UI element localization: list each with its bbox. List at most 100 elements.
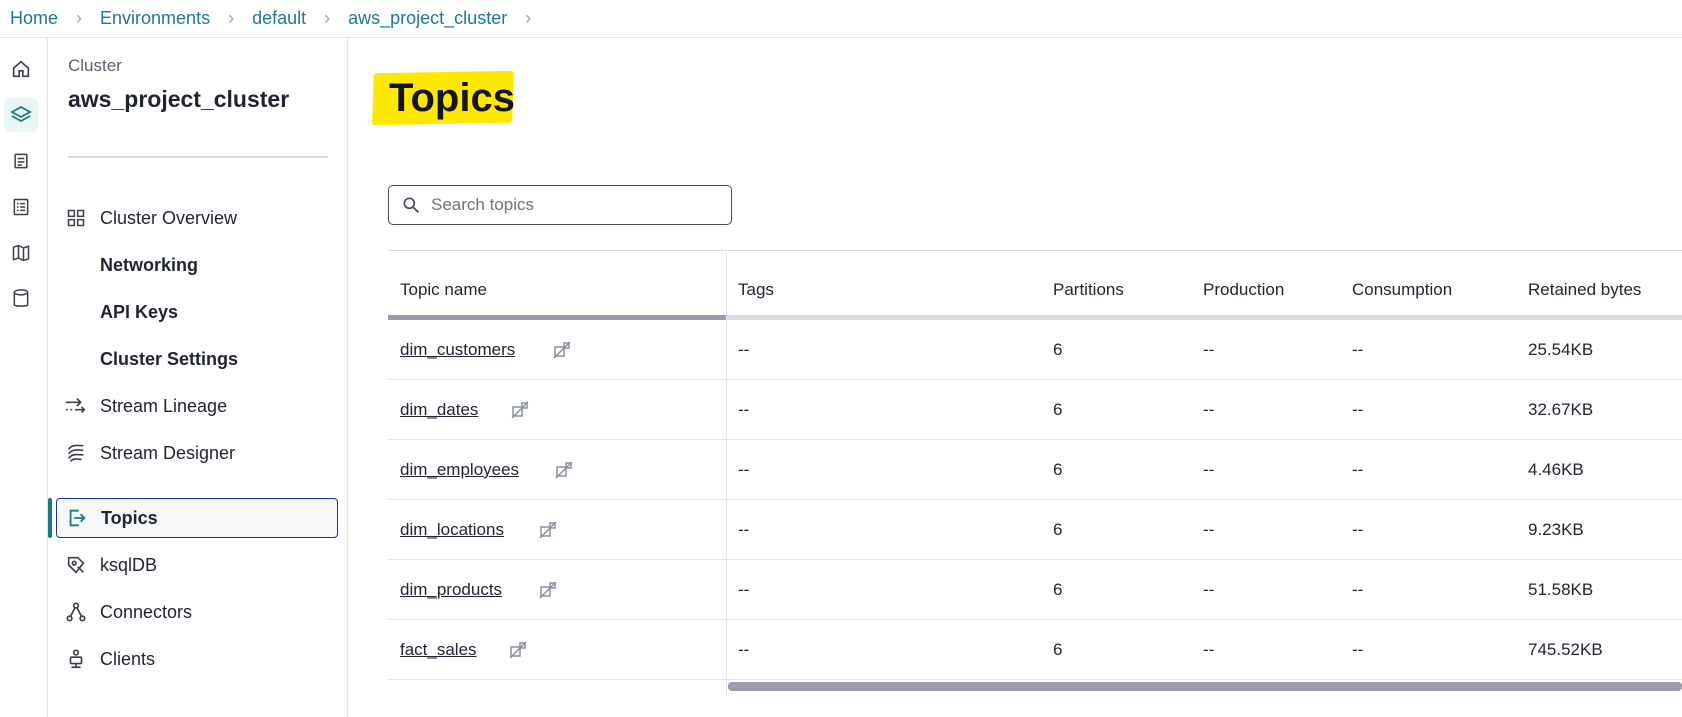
partitions-cell: 6	[1053, 460, 1063, 479]
table-row: dim_employees -- 6 -- -- 4.46KB	[388, 440, 1682, 500]
retained-bytes-cell: 4.46KB	[1528, 460, 1584, 479]
chevron-right-icon: ›	[228, 8, 235, 28]
chevron-right-icon: ›	[525, 8, 532, 28]
sidebar-divider	[68, 156, 328, 158]
topic-link[interactable]: dim_employees	[400, 460, 519, 480]
table-row: dim_locations -- 6 -- -- 9.23KB	[388, 500, 1682, 560]
table-row: dim_customers -- 6 -- -- 25.54KB	[388, 320, 1682, 380]
sidebar-item-stream-designer[interactable]: Stream Designer	[56, 433, 338, 473]
sidebar-item-label: Stream Lineage	[100, 395, 228, 416]
production-cell: --	[1203, 640, 1215, 659]
document-icon[interactable]	[4, 144, 38, 178]
connectors-icon	[56, 592, 96, 632]
col-tags[interactable]: Tags	[738, 280, 774, 300]
breadcrumb-cluster[interactable]: aws_project_cluster	[348, 8, 507, 29]
active-indicator	[48, 498, 52, 538]
breadcrumb-default[interactable]: default	[252, 8, 306, 29]
sidebar-item-ksqldb[interactable]: ksqlDB	[56, 545, 338, 585]
topics-icon	[57, 498, 97, 538]
grid-icon	[56, 198, 96, 238]
topic-link[interactable]: dim_products	[400, 580, 502, 600]
tags-cell: --	[738, 340, 750, 359]
horizontal-scrollbar[interactable]	[728, 682, 1682, 691]
no-tags-icon[interactable]	[510, 400, 530, 420]
clients-icon	[56, 639, 96, 679]
production-cell: --	[1203, 580, 1215, 599]
search-icon	[401, 195, 421, 215]
sidebar-item-clients[interactable]: Clients	[56, 639, 338, 679]
page-title-wrap: Topics	[372, 70, 515, 126]
tags-cell: --	[738, 580, 750, 599]
production-cell: --	[1203, 520, 1215, 539]
consumption-cell: --	[1352, 640, 1364, 659]
sidebar-item-networking[interactable]: Networking	[56, 245, 338, 285]
sidebar-item-label: ksqlDB	[100, 554, 158, 575]
sidebar-item-topics[interactable]: Topics	[56, 498, 338, 538]
search-input[interactable]	[429, 194, 713, 216]
designer-icon	[56, 433, 96, 473]
table-row: dim_dates -- 6 -- -- 32.67KB	[388, 380, 1682, 440]
sidebar-item-api-keys[interactable]: API Keys	[56, 292, 338, 332]
col-production[interactable]: Production	[1203, 280, 1284, 300]
sidebar-item-label: Topics	[101, 507, 158, 528]
consumption-cell: --	[1352, 340, 1364, 359]
consumption-cell: --	[1352, 460, 1364, 479]
icon-rail	[0, 38, 48, 717]
layers-icon[interactable]	[4, 98, 38, 132]
partitions-cell: 6	[1053, 340, 1063, 359]
database-icon[interactable]	[4, 282, 38, 316]
sidebar-item-label: Clients	[100, 648, 156, 669]
retained-bytes-cell: 9.23KB	[1528, 520, 1584, 539]
tags-cell: --	[738, 520, 750, 539]
retained-bytes-cell: 32.67KB	[1528, 400, 1594, 419]
consumption-cell: --	[1352, 520, 1364, 539]
topic-link[interactable]: dim_locations	[400, 520, 504, 540]
topic-link[interactable]: fact_sales	[400, 640, 477, 660]
home-icon[interactable]	[4, 52, 38, 86]
tags-cell: --	[738, 400, 750, 419]
no-tags-icon[interactable]	[552, 340, 572, 360]
sidebar-item-connectors[interactable]: Connectors	[56, 592, 338, 632]
no-tags-icon[interactable]	[508, 640, 528, 660]
sidebar-item-label: Networking	[100, 254, 199, 275]
sidebar-item-label: Cluster Overview	[100, 207, 238, 228]
partitions-cell: 6	[1053, 640, 1063, 659]
breadcrumb-home[interactable]: Home	[10, 8, 58, 29]
sidebar-item-label: Stream Designer	[100, 442, 236, 463]
lineage-icon	[56, 386, 96, 426]
no-tags-icon[interactable]	[554, 460, 574, 480]
production-cell: --	[1203, 340, 1215, 359]
sidebar-item-label: Cluster Settings	[100, 348, 239, 369]
sidebar-item-label: Connectors	[100, 601, 193, 622]
col-consumption[interactable]: Consumption	[1352, 280, 1452, 300]
table-row: dim_products -- 6 -- -- 51.58KB	[388, 560, 1682, 620]
sidebar-item-stream-lineage[interactable]: Stream Lineage	[56, 386, 338, 426]
col-partitions[interactable]: Partitions	[1053, 280, 1124, 300]
sidebar-caption: Cluster	[68, 56, 122, 75]
topic-link[interactable]: dim_dates	[400, 400, 478, 420]
chevron-right-icon: ›	[324, 8, 331, 28]
retained-bytes-cell: 51.58KB	[1528, 580, 1594, 599]
table-header: Topic name Tags Partitions Production Co…	[388, 250, 1682, 320]
no-tags-icon[interactable]	[538, 520, 558, 540]
sidebar-item-cluster-settings[interactable]: Cluster Settings	[56, 339, 338, 379]
page-title: Topics	[389, 76, 515, 120]
partitions-cell: 6	[1053, 580, 1063, 599]
ksqldb-icon	[56, 545, 96, 585]
col-retained-bytes[interactable]: Retained bytes	[1528, 280, 1641, 300]
partitions-cell: 6	[1053, 520, 1063, 539]
search-topics[interactable]	[388, 185, 732, 225]
chevron-right-icon: ›	[76, 8, 83, 28]
sidebar-item-cluster-overview[interactable]: Cluster Overview	[56, 198, 338, 238]
sidebar-item-label: API Keys	[100, 301, 179, 322]
col-topic-name[interactable]: Topic name	[400, 280, 487, 300]
cluster-name: aws_project_cluster	[68, 86, 290, 112]
map-icon[interactable]	[4, 236, 38, 270]
topic-link[interactable]: dim_customers	[400, 340, 515, 360]
retained-bytes-cell: 25.54KB	[1528, 340, 1594, 359]
breadcrumb-environments[interactable]: Environments	[100, 8, 210, 29]
checklist-icon[interactable]	[4, 190, 38, 224]
tags-cell: --	[738, 460, 750, 479]
no-tags-icon[interactable]	[538, 580, 558, 600]
topics-table: Topic name Tags Partitions Production Co…	[388, 250, 1682, 696]
